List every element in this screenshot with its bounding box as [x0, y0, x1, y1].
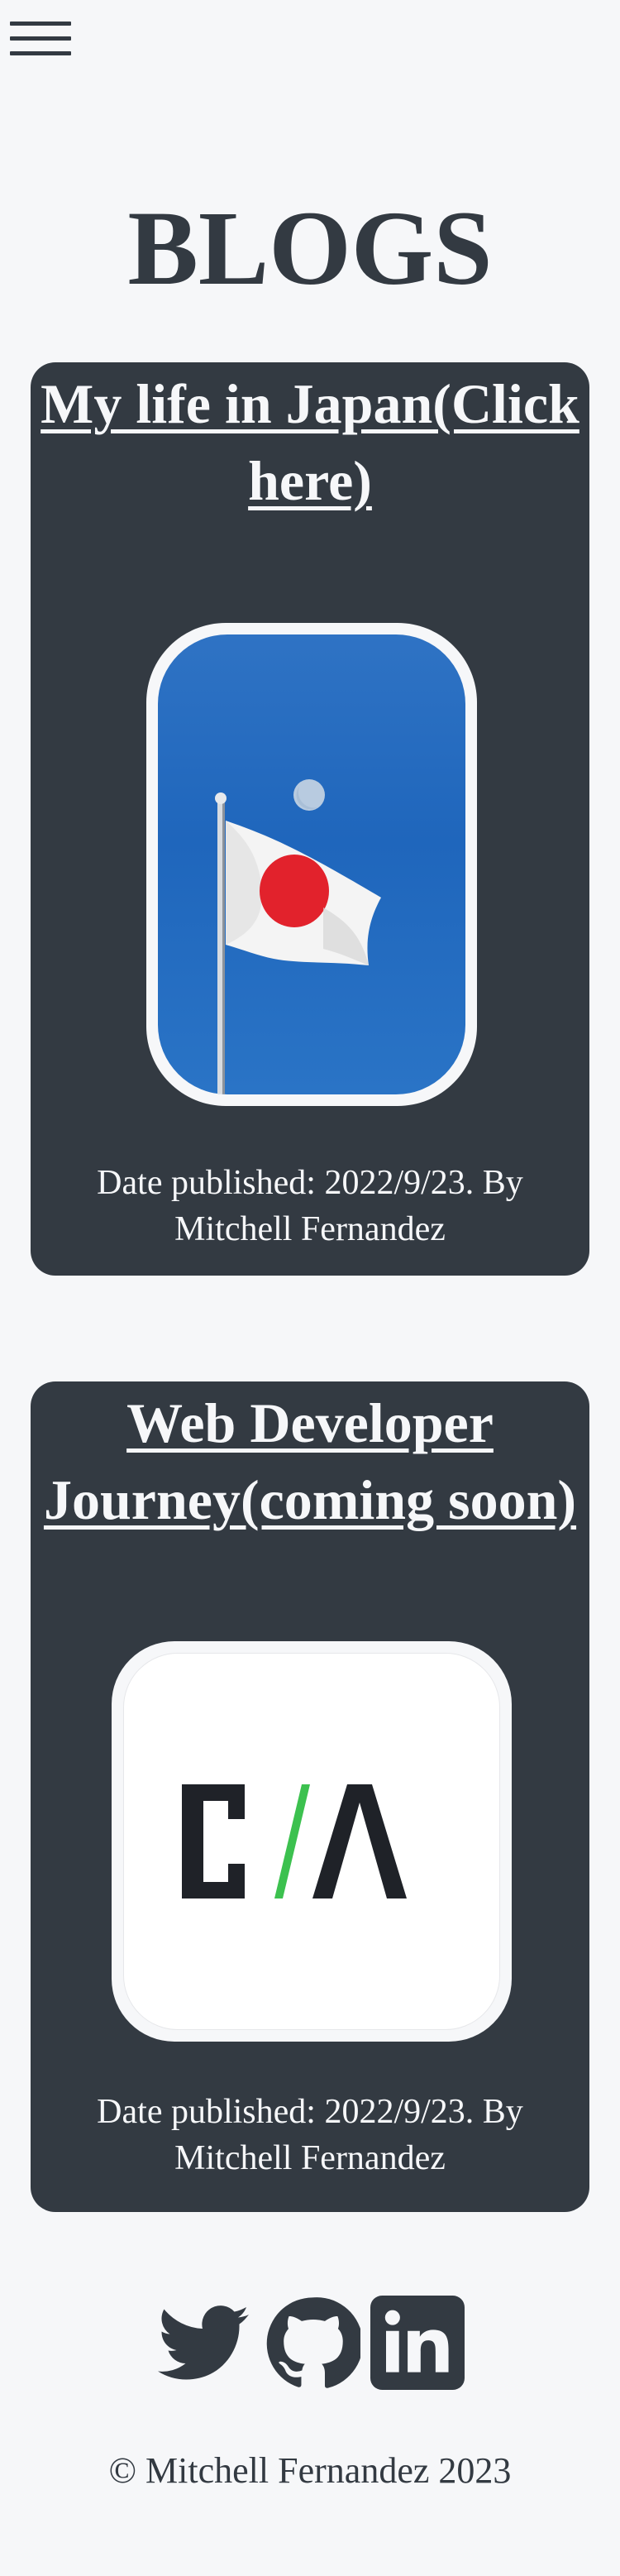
page-title: BLOGS: [127, 189, 493, 307]
twitter-icon[interactable]: [154, 2296, 253, 2395]
social-links: [154, 2296, 468, 2395]
japan-flag-illustration: [215, 779, 381, 1094]
blog-card-title: My life in Japan(Click here): [31, 366, 589, 520]
blog-card: My life in Japan(Click here) Date publis…: [31, 362, 589, 1276]
blog-card: Web Developer Journey(coming soon) Date …: [31, 1381, 589, 2212]
blog-post-link[interactable]: My life in Japan(Click here): [41, 372, 579, 512]
ca-logo-icon: [182, 1784, 407, 1898]
hamburger-icon: [10, 22, 71, 26]
blog-card-meta: Date published: 2022/9/23. By Mitchell F…: [97, 1164, 523, 1248]
blog-card-title: Web Developer Journey(coming soon): [31, 1385, 589, 1539]
menu-button[interactable]: [10, 18, 71, 58]
blog-post-link[interactable]: Web Developer Journey(coming soon): [44, 1391, 576, 1531]
github-icon[interactable]: [265, 2296, 363, 2392]
copyright-text: © Mitchell Fernandez 2023: [108, 2450, 512, 2491]
hamburger-icon-bar: [10, 51, 71, 55]
hamburger-icon-bar: [10, 36, 71, 41]
linkedin-icon[interactable]: [370, 2296, 465, 2390]
ca-logo-image: [112, 1641, 512, 2042]
blog-card-meta: Date published: 2022/9/23. By Mitchell F…: [97, 2093, 523, 2177]
japan-flag-image: [146, 623, 477, 1106]
